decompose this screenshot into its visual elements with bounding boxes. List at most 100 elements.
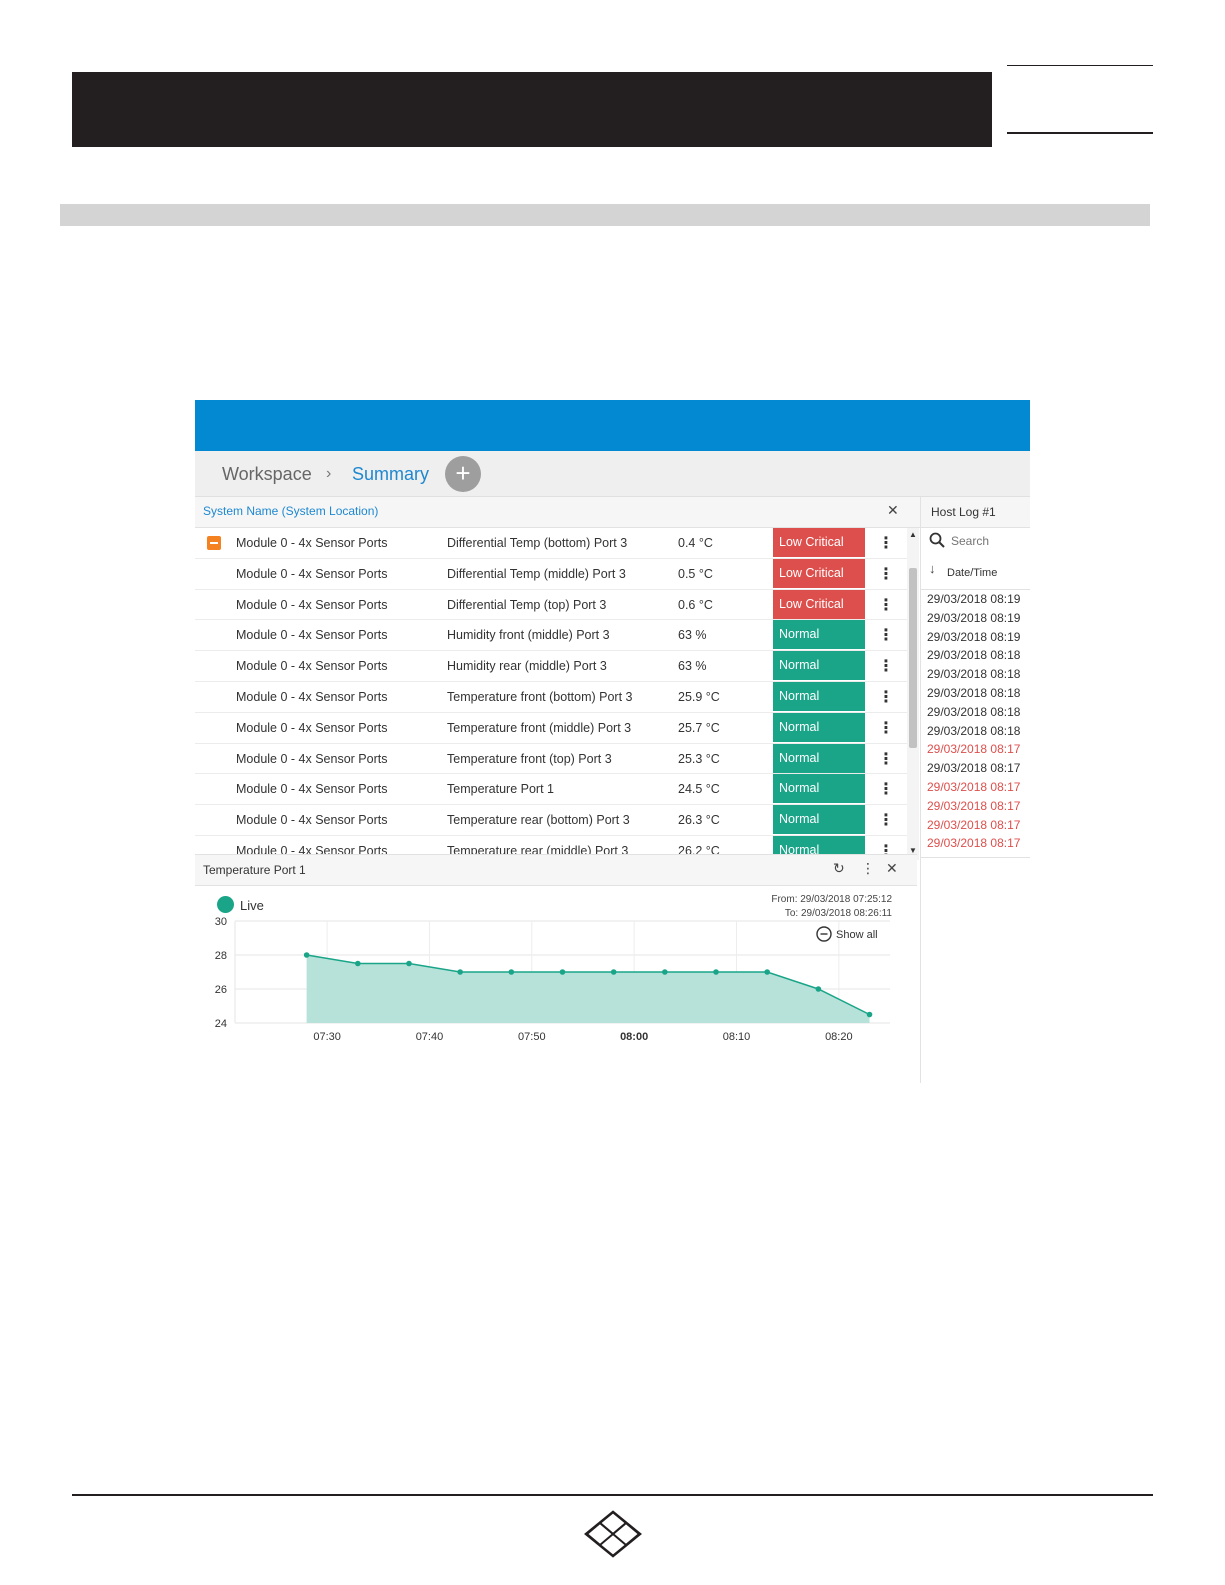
data-point bbox=[303, 952, 310, 958]
row-menu-icon[interactable]: ⋮ bbox=[878, 533, 894, 553]
table-row[interactable]: Module 0 - 4x Sensor Ports Temperature re… bbox=[195, 805, 907, 836]
table-row[interactable]: Module 0 - 4x Sensor Ports Differential T… bbox=[195, 589, 907, 621]
table-row[interactable]: Module 0 - 4x Sensor Ports Temperature Po… bbox=[195, 774, 907, 806]
sensor-value-cell: 24.5 °C bbox=[678, 782, 720, 797]
sensor-name-cell: Temperature front (top) Port 3 bbox=[447, 751, 612, 766]
sensor-value-cell: 25.9 °C bbox=[678, 689, 720, 704]
data-point bbox=[866, 1011, 873, 1018]
more-menu-icon[interactable]: ⋮ bbox=[861, 860, 875, 877]
sensor-name-cell: Differential Temp (middle) Port 3 bbox=[447, 566, 626, 581]
host-log-title: Host Log #1 bbox=[931, 505, 996, 519]
log-entry[interactable]: 29/03/2018 08:19 bbox=[921, 590, 1030, 609]
sensor-value-cell: 0.4 °C bbox=[678, 536, 713, 550]
status-badge: Normal bbox=[773, 620, 865, 650]
sensor-name-cell: Temperature Port 1 bbox=[447, 782, 554, 797]
temperature-chart: 30 28 26 24 07:30 07:40 07:50 08:00 08:10 08:20 Sh… bbox=[215, 916, 890, 1043]
scrollbar[interactable]: ▲ ▼ bbox=[907, 528, 919, 860]
scroll-thumb[interactable] bbox=[909, 568, 917, 748]
row-menu-icon[interactable]: ⋮ bbox=[878, 749, 894, 769]
data-point bbox=[815, 986, 822, 992]
host-log-search-input[interactable] bbox=[951, 534, 1027, 548]
log-entry[interactable]: 29/03/2018 08:19 bbox=[921, 609, 1030, 628]
log-entry[interactable]: 29/03/2018 08:18 bbox=[921, 722, 1030, 741]
range-from: From: 29/03/2018 07:25:12 bbox=[771, 894, 892, 905]
row-menu-icon[interactable]: ⋮ bbox=[878, 595, 894, 615]
sensor-value-cell: 0.5 °C bbox=[678, 566, 713, 581]
sensor-value-cell: 63 % bbox=[678, 659, 707, 674]
row-menu-icon[interactable]: ⋮ bbox=[878, 687, 894, 707]
refresh-icon[interactable]: ↻ bbox=[833, 860, 845, 877]
module-cell: Module 0 - 4x Sensor Ports bbox=[236, 689, 388, 704]
log-entry[interactable]: 29/03/2018 08:17 bbox=[921, 740, 1030, 759]
data-point bbox=[610, 969, 617, 975]
table-row[interactable]: Module 0 - 4x Sensor Ports Temperature fr… bbox=[195, 681, 907, 713]
module-cell: Module 0 - 4x Sensor Ports bbox=[236, 566, 388, 581]
show-all-button[interactable]: Show all bbox=[816, 926, 878, 942]
brand-logo-icon bbox=[584, 1510, 642, 1558]
log-entry[interactable]: 29/03/2018 08:17 bbox=[921, 759, 1030, 778]
status-badge: Normal bbox=[773, 805, 865, 835]
log-entry[interactable]: 29/03/2018 08:18 bbox=[921, 684, 1030, 703]
search-icon bbox=[929, 532, 945, 548]
log-entry[interactable]: 29/03/2018 08:19 bbox=[921, 628, 1030, 647]
close-icon[interactable]: ✕ bbox=[886, 860, 898, 877]
log-entry[interactable]: 29/03/2018 08:17 bbox=[921, 816, 1030, 835]
column-header-datetime[interactable]: Date/Time bbox=[947, 567, 997, 579]
module-cell: Module 0 - 4x Sensor Ports bbox=[236, 597, 388, 612]
log-entry[interactable]: 29/03/2018 08:17 bbox=[921, 778, 1030, 797]
row-menu-icon[interactable]: ⋮ bbox=[878, 564, 894, 584]
log-entry[interactable]: 29/03/2018 08:18 bbox=[921, 646, 1030, 665]
module-cell: Module 0 - 4x Sensor Ports bbox=[236, 782, 388, 797]
table-row[interactable]: Module 0 - 4x Sensor Ports Differential T… bbox=[195, 558, 907, 590]
log-entry[interactable]: 29/03/2018 08:18 bbox=[921, 703, 1030, 722]
scroll-up-icon[interactable]: ▲ bbox=[909, 530, 917, 539]
footer-rule bbox=[72, 1494, 1153, 1496]
log-entry[interactable]: 29/03/2018 08:17 bbox=[921, 797, 1030, 816]
table-row[interactable]: Module 0 - 4x Sensor Ports Humidity front… bbox=[195, 620, 907, 652]
module-cell: Module 0 - 4x Sensor Ports bbox=[236, 659, 388, 674]
sensor-value-cell: 25.3 °C bbox=[678, 751, 720, 766]
log-entry[interactable]: 29/03/2018 08:18 bbox=[921, 665, 1030, 684]
breadcrumb-workspace[interactable]: Workspace bbox=[222, 462, 312, 486]
module-cell: Module 0 - 4x Sensor Ports bbox=[236, 628, 388, 643]
divider bbox=[921, 857, 1030, 858]
row-menu-icon[interactable]: ⋮ bbox=[878, 625, 894, 645]
sensor-value-cell: 25.7 °C bbox=[678, 720, 720, 735]
row-menu-icon[interactable]: ⋮ bbox=[878, 718, 894, 738]
data-point bbox=[355, 960, 361, 967]
status-badge: Normal bbox=[773, 712, 865, 742]
row-menu-icon[interactable]: ⋮ bbox=[878, 656, 894, 676]
header-rule-bottom bbox=[1007, 132, 1153, 134]
host-log-panel: Host Log #1 ↓ Date/Time 29/03/2018 08:19… bbox=[920, 497, 1030, 1083]
table-row[interactable]: Module 0 - 4x Sensor Ports Differential T… bbox=[195, 528, 907, 559]
breadcrumb-summary[interactable]: Summary bbox=[352, 462, 429, 486]
module-cell: Module 0 - 4x Sensor Ports bbox=[236, 813, 388, 828]
x-tick-label: 07:50 bbox=[518, 1031, 546, 1043]
table-row[interactable]: Module 0 - 4x Sensor Ports Temperature fr… bbox=[195, 712, 907, 744]
add-view-button[interactable]: + bbox=[445, 456, 481, 492]
sort-down-icon[interactable]: ↓ bbox=[929, 561, 936, 576]
status-badge: Low Critical bbox=[773, 528, 865, 557]
log-entry[interactable]: 29/03/2018 08:17 bbox=[921, 834, 1030, 853]
collapse-icon[interactable] bbox=[207, 536, 221, 550]
sensor-panel-title[interactable]: System Name (System Location) bbox=[203, 504, 378, 518]
chevron-right-icon: › bbox=[326, 465, 332, 482]
section-heading-bar bbox=[60, 204, 1150, 226]
table-row[interactable]: Module 0 - 4x Sensor Ports Temperature fr… bbox=[195, 743, 907, 775]
table-row[interactable]: Module 0 - 4x Sensor Ports Humidity rear … bbox=[195, 651, 907, 682]
y-tick-label: 28 bbox=[215, 950, 227, 962]
status-badge: Low Critical bbox=[773, 558, 865, 588]
data-point bbox=[559, 969, 566, 975]
status-badge: Normal bbox=[773, 774, 865, 804]
y-tick-label: 30 bbox=[215, 916, 227, 928]
data-point bbox=[406, 960, 412, 967]
data-point bbox=[662, 969, 668, 975]
data-point bbox=[764, 969, 770, 975]
row-menu-icon[interactable]: ⋮ bbox=[878, 810, 894, 830]
live-label: Live bbox=[240, 898, 264, 913]
row-menu-icon[interactable]: ⋮ bbox=[878, 779, 894, 799]
x-tick-label: 08:00 bbox=[620, 1031, 648, 1043]
data-point bbox=[713, 969, 719, 975]
close-icon[interactable]: ✕ bbox=[887, 502, 899, 519]
y-tick-label: 26 bbox=[215, 984, 227, 996]
